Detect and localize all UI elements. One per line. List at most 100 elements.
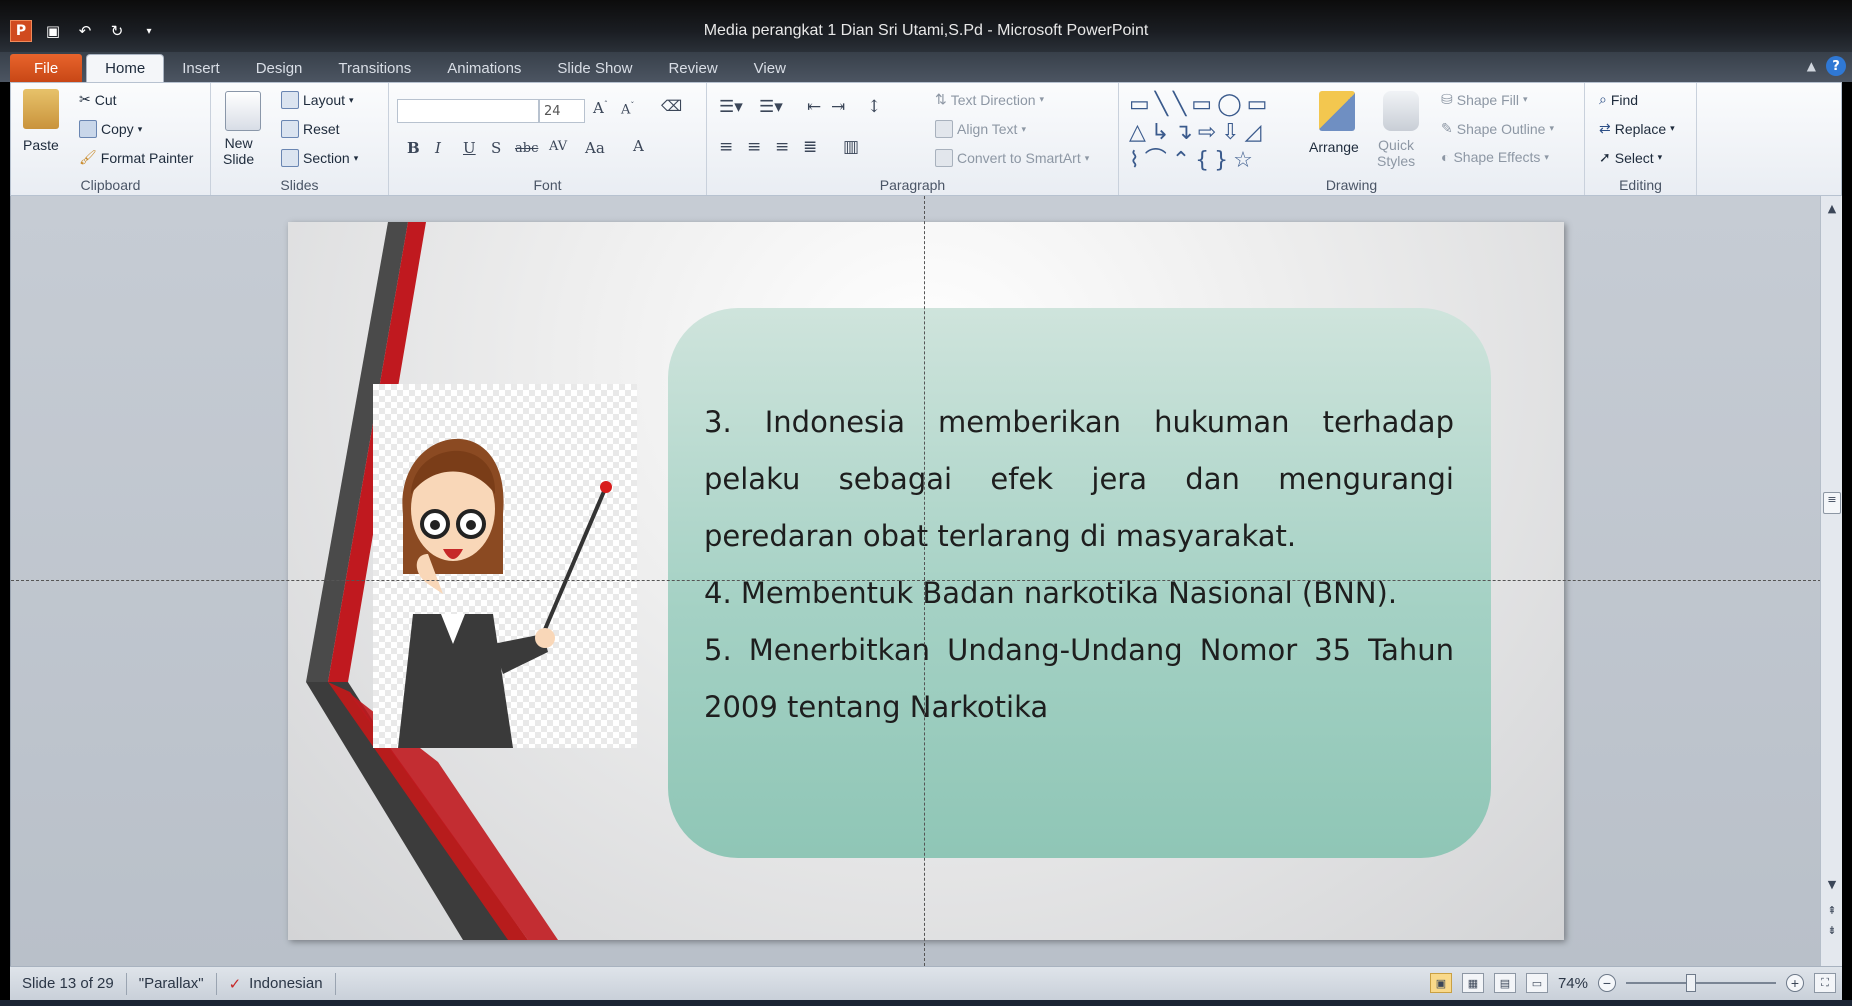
decrease-indent-icon[interactable]: ⇤	[807, 97, 821, 117]
content-text-box[interactable]: 3. Indonesia memberikan hukuman terhadap…	[668, 308, 1491, 858]
tab-review[interactable]: Review	[650, 54, 735, 82]
minimize-ribbon-icon[interactable]: ▲	[1807, 59, 1816, 73]
copy-button[interactable]: Copy ▾	[79, 120, 142, 138]
scroll-down-icon[interactable]: ▼	[1821, 878, 1843, 891]
align-left-icon[interactable]: ≡	[719, 137, 733, 157]
language-indicator[interactable]: ✓ Indonesian	[217, 972, 336, 995]
grow-font-icon[interactable]: Aˆ	[593, 99, 608, 117]
slideshow-view-icon[interactable]: ▭	[1525, 973, 1548, 993]
drawing-group: ▭╲╲▭◯▭ △↳↴⇨⇩◿ ⌇⌒⌃{}☆ Arrange Quick Styles ⛁…	[1119, 83, 1585, 195]
layout-icon	[281, 91, 299, 109]
zoom-out-icon[interactable]: −	[1598, 974, 1616, 992]
spell-check-icon: ✓	[228, 975, 242, 993]
bullets-icon[interactable]: ☰▾	[719, 97, 743, 117]
cursor-icon: ➚	[1599, 149, 1611, 165]
shape-outline-button[interactable]: ✎ Shape Outline ▾	[1441, 120, 1554, 137]
zoom-slider-knob[interactable]	[1686, 974, 1696, 992]
section-button[interactable]: Section ▾	[281, 149, 358, 167]
reading-view-icon[interactable]: ▤	[1493, 973, 1516, 993]
normal-view-icon[interactable]: ▣	[1429, 973, 1452, 993]
title-bar: P ▣ ↶ ↻ ▾ Media perangkat 1 Dian Sri Uta…	[0, 0, 1852, 52]
shape-effects-button[interactable]: ◐ Shape Effects ▾	[1441, 149, 1549, 165]
shapes-gallery[interactable]: ▭╲╲▭◯▭ △↳↴⇨⇩◿ ⌇⌒⌃{}☆	[1129, 91, 1309, 173]
clipboard-group: Paste ✂ Cut Copy ▾ 🖌 Format Painter Clipboa…	[11, 83, 211, 195]
convert-smartart-button[interactable]: Convert to SmartArt ▾	[935, 149, 1089, 167]
justify-icon[interactable]: ≣	[803, 137, 817, 157]
zoom-level[interactable]: 74%	[1558, 975, 1588, 992]
reset-button[interactable]: Reset	[281, 120, 340, 138]
scroll-thumb[interactable]: ≡	[1823, 492, 1841, 514]
columns-icon[interactable]: ▥	[843, 137, 859, 157]
select-button[interactable]: ➚ Select ▾	[1599, 149, 1662, 166]
shrink-font-icon[interactable]: Aˇ	[621, 101, 634, 117]
drawing-group-label: Drawing	[1325, 177, 1378, 193]
paste-icon[interactable]	[23, 89, 59, 129]
align-text-button[interactable]: Align Text ▾	[935, 120, 1026, 138]
text-shadow-button[interactable]: S	[491, 139, 501, 157]
new-slide-button[interactable]: New Slide	[223, 135, 254, 167]
tab-slide-show[interactable]: Slide Show	[539, 54, 650, 82]
format-painter-button[interactable]: 🖌 Format Painter	[79, 149, 193, 166]
next-slide-icon[interactable]: ⇟	[1821, 924, 1843, 937]
tab-design[interactable]: Design	[238, 54, 321, 82]
section-icon	[281, 149, 299, 167]
slide-point-5[interactable]: 5. Menerbitkan Undang-Undang Nomor 35 Ta…	[704, 622, 1454, 736]
underline-button[interactable]: U	[463, 139, 476, 157]
replace-button[interactable]: ⇄ Replace ▾	[1599, 120, 1675, 137]
smartart-icon	[935, 149, 953, 167]
character-spacing-button[interactable]: AV	[549, 139, 567, 154]
font-color-button[interactable]: A	[633, 137, 644, 155]
taskbar-strip	[0, 1000, 1852, 1006]
quick-styles-button[interactable]: Quick Styles	[1377, 137, 1415, 169]
editing-group: ⌕ Find ⇄ Replace ▾ ➚ Select ▾ Editing	[1585, 83, 1697, 195]
slide-counter: Slide 13 of 29	[10, 972, 127, 995]
vertical-scrollbar[interactable]: ▲ ≡ ▼ ⇞ ⇟	[1820, 196, 1842, 966]
theme-name[interactable]: "Parallax"	[127, 972, 217, 995]
tab-file[interactable]: File	[10, 54, 83, 82]
slide-point-4[interactable]: 4. Membentuk Badan narkotika Nasional (B…	[704, 565, 1454, 622]
scroll-up-icon[interactable]: ▲	[1821, 202, 1843, 215]
replace-icon: ⇄	[1599, 120, 1611, 136]
tab-insert[interactable]: Insert	[164, 54, 238, 82]
tab-home[interactable]: Home	[86, 54, 165, 82]
slide-editing-area[interactable]: 3. Indonesia memberikan hukuman terhadap…	[10, 196, 1842, 966]
change-case-button[interactable]: Aa	[585, 139, 605, 157]
font-size-combo[interactable]: 24	[539, 99, 585, 123]
line-spacing-icon[interactable]: ↕	[867, 97, 881, 117]
bold-button[interactable]: B	[407, 139, 420, 157]
help-icon[interactable]: ?	[1826, 56, 1846, 76]
clear-formatting-icon[interactable]: ⌫	[661, 97, 682, 115]
tab-animations[interactable]: Animations	[429, 54, 539, 82]
numbering-icon[interactable]: ☰▾	[759, 97, 783, 117]
paste-button[interactable]: Paste	[23, 137, 59, 153]
arrange-icon[interactable]	[1319, 91, 1355, 131]
vertical-guide[interactable]	[924, 196, 925, 966]
layout-button[interactable]: Layout ▾	[281, 91, 354, 109]
teacher-cartoon-image[interactable]	[373, 384, 637, 748]
previous-slide-icon[interactable]: ⇞	[1821, 904, 1843, 917]
zoom-slider[interactable]	[1626, 974, 1776, 992]
quick-styles-icon[interactable]	[1383, 91, 1419, 131]
strikethrough-button[interactable]: abc	[515, 141, 538, 156]
shape-fill-button[interactable]: ⛁ Shape Fill ▾	[1441, 91, 1528, 108]
tab-transitions[interactable]: Transitions	[320, 54, 429, 82]
increase-indent-icon[interactable]: ⇥	[831, 97, 845, 117]
slide-point-3[interactable]: 3. Indonesia memberikan hukuman terhadap…	[704, 394, 1454, 565]
align-text-icon	[935, 120, 953, 138]
align-center-icon[interactable]: ≡	[747, 137, 761, 157]
align-right-icon[interactable]: ≡	[775, 137, 789, 157]
italic-button[interactable]: I	[435, 139, 441, 157]
text-direction-button[interactable]: ⇅ Text Direction ▾	[935, 91, 1044, 108]
zoom-in-icon[interactable]: +	[1786, 974, 1804, 992]
arrange-button[interactable]: Arrange	[1309, 139, 1359, 155]
slide-sorter-icon[interactable]: ▦	[1461, 973, 1484, 993]
find-button[interactable]: ⌕ Find	[1599, 91, 1638, 108]
new-slide-icon[interactable]	[225, 91, 261, 131]
slide-canvas[interactable]: 3. Indonesia memberikan hukuman terhadap…	[288, 222, 1564, 940]
fit-slide-icon[interactable]: ⛶	[1814, 973, 1836, 993]
cut-button[interactable]: ✂ Cut	[79, 91, 117, 108]
status-bar: Slide 13 of 29 "Parallax" ✓ Indonesian ▣…	[10, 966, 1842, 1000]
tab-view[interactable]: View	[736, 54, 804, 82]
font-name-combo[interactable]	[397, 99, 539, 123]
horizontal-guide[interactable]	[11, 580, 1821, 581]
